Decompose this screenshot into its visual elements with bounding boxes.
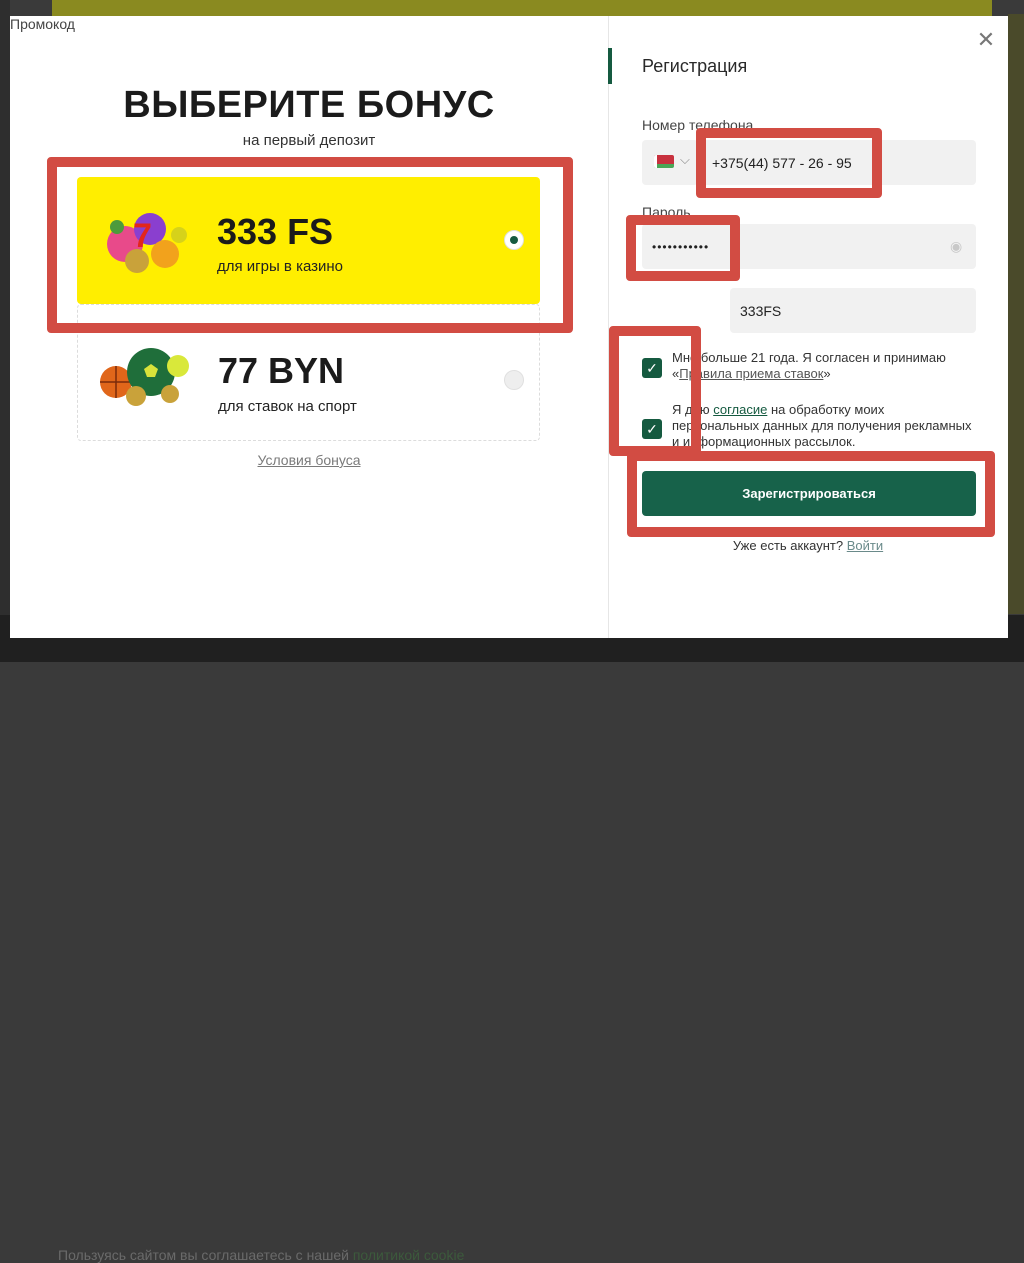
bonus-title: ВЫБЕРИТЕ БОНУС (123, 84, 495, 126)
age-checkbox[interactable]: ✓ (642, 358, 662, 378)
bonus-description: для ставок на спорт (218, 398, 357, 415)
age-consent-text: Мне больше 21 года. Я согласен и принима… (672, 350, 946, 381)
country-code-select[interactable]: ⌵ (642, 140, 698, 185)
password-input[interactable]: ••••••••••• ◉ (642, 224, 976, 269)
background-banner (52, 0, 992, 16)
bonus-radio-selected[interactable] (504, 230, 524, 250)
bonus-amount: 333 FS (217, 211, 334, 252)
data-consent-text: Я даю согласие на обработку моих персона… (672, 402, 972, 449)
login-link[interactable]: Войти (847, 538, 883, 553)
background-edge (0, 0, 10, 662)
login-prompt: Уже есть аккаунт? Войти (732, 538, 884, 553)
background-side-content (1008, 14, 1024, 614)
bonus-radio-unselected[interactable] (504, 370, 524, 390)
bonus-option-sport[interactable]: 77 BYN для ставок на спорт (77, 304, 540, 441)
consent-link[interactable]: согласие (713, 402, 767, 417)
registration-title: Регистрация (642, 56, 748, 76)
betting-rules-link[interactable]: Правила приема ставок (679, 366, 823, 381)
bonus-description: для игры в казино (217, 258, 344, 275)
active-tab-marker (608, 48, 612, 84)
bonus-subtitle: на первый депозит (242, 132, 376, 149)
belarus-flag-icon (654, 155, 674, 168)
bonus-amount: 77 BYN (218, 350, 345, 391)
cookie-policy-link[interactable]: политикой cookie (353, 1247, 465, 1263)
chevron-down-icon: ⌵ (680, 152, 690, 167)
cookie-footer-text: Пользуясь сайтом вы соглашаетесь с нашей… (58, 1247, 465, 1263)
sport-balls-icon (100, 348, 189, 406)
register-button[interactable]: Зарегистрироваться (642, 471, 976, 516)
bonus-option-casino[interactable]: 7 333 FS для игры в казино (77, 177, 540, 304)
password-label: Пароль (642, 204, 691, 220)
registration-modal: ✕ ВЫБЕРИТЕ БОНУС на первый депозит 7 333… (10, 16, 1008, 638)
close-icon[interactable]: ✕ (974, 28, 998, 52)
password-value: ••••••••••• (652, 239, 710, 254)
casino-slots-icon: 7 (107, 213, 187, 273)
phone-input[interactable]: +375(44) 577 - 26 - 95 (702, 140, 976, 185)
bonus-terms-link[interactable]: Условия бонуса (10, 452, 608, 468)
consent-checkbox[interactable]: ✓ (642, 419, 662, 439)
eye-icon[interactable]: ◉ (950, 238, 966, 254)
promo-input[interactable]: 333FS (730, 288, 976, 333)
phone-label: Номер телефона (642, 117, 754, 133)
promo-label: Промокод (10, 16, 75, 32)
svg-text:7: 7 (133, 217, 152, 255)
